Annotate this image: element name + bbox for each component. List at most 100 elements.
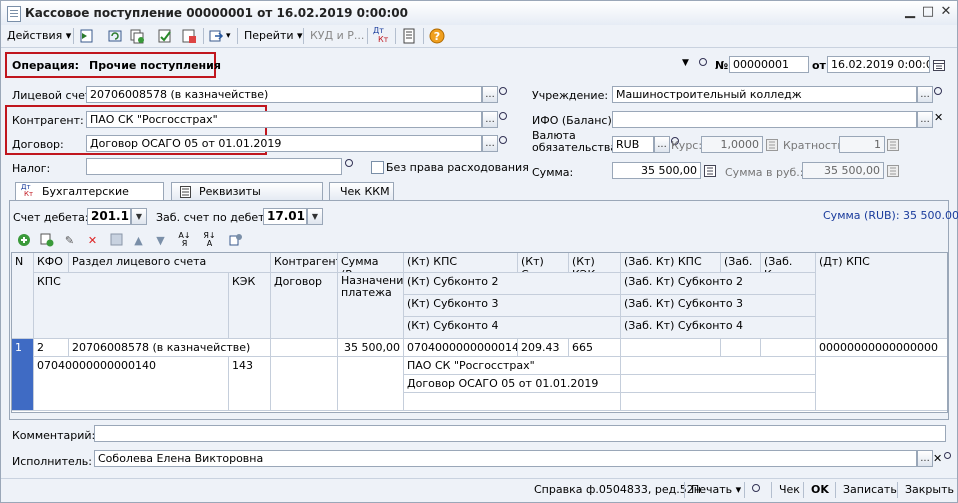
col-header-counterparty[interactable]: Контрагент <box>271 253 338 273</box>
cell-kfo[interactable]: 2 <box>34 339 69 357</box>
cell-section[interactable]: 20706008578 (в казначействе) <box>69 339 271 357</box>
create-based-on-icon[interactable] <box>208 28 224 44</box>
cell-kek[interactable]: 143 <box>229 357 271 411</box>
cell-n[interactable]: 1 <box>12 339 34 411</box>
account-field[interactable]: 20706008578 (в казначействе) <box>86 86 482 103</box>
print-menu[interactable]: Печать ▾ <box>691 483 741 496</box>
col-header-kek[interactable]: КЭК <box>229 273 271 339</box>
col-header-kt-sub2[interactable]: (Кт) Субконто 2 <box>404 273 621 295</box>
cell-offbal-kps[interactable] <box>621 339 721 357</box>
col-header-offbal-2[interactable]: (Заб. К... <box>761 253 816 273</box>
col-header-purpose[interactable]: Назначени... платежа <box>338 273 404 339</box>
cell-kt-sub2[interactable]: ПАО СК "Росгосстрах" <box>404 357 621 375</box>
cell-purpose[interactable] <box>338 357 404 411</box>
counterparty-search-icon[interactable] <box>499 111 507 124</box>
back-icon[interactable] <box>79 28 95 44</box>
ifo-field[interactable] <box>612 111 917 128</box>
account-search-icon[interactable] <box>499 86 507 99</box>
cell-kt-kek[interactable]: 665 <box>569 339 621 357</box>
actions-menu[interactable]: Действия ▾ <box>7 28 71 44</box>
contract-select-button[interactable]: ... <box>482 135 498 152</box>
col-header-kt-kps[interactable]: (Кт) КПС <box>404 253 518 273</box>
cell-dt-empty[interactable] <box>816 357 947 411</box>
cell-offbal-2[interactable] <box>761 339 816 357</box>
executor-select-button[interactable]: ... <box>917 450 933 467</box>
sum-rub-calculator-icon[interactable] <box>887 165 899 177</box>
check-button[interactable]: Чек <box>779 483 800 496</box>
sum-field[interactable]: 35 500,00 <box>612 162 701 179</box>
col-header-kt-sub4[interactable]: (Кт) Субконто 4 <box>404 317 621 339</box>
currency-field[interactable]: RUB <box>612 136 654 153</box>
col-header-kt-kek[interactable]: (Кт) КЭК <box>569 253 621 273</box>
col-header-contract[interactable]: Договор <box>271 273 338 339</box>
tax-field[interactable] <box>86 158 342 175</box>
executor-field[interactable]: Соболева Елена Викторовна <box>94 450 917 467</box>
tax-search-icon[interactable] <box>345 158 353 171</box>
executor-search-icon[interactable] <box>944 450 951 463</box>
sort-descending-icon[interactable]: Я↓ A <box>202 232 217 248</box>
copy-icon[interactable] <box>129 28 145 44</box>
operation-dropdown-icon[interactable]: ▼ <box>682 58 689 68</box>
add-row-icon[interactable] <box>16 233 31 248</box>
cell-offbal-1[interactable] <box>721 339 761 357</box>
delete-row-icon[interactable]: ✕ <box>85 233 100 248</box>
preview-search-icon[interactable] <box>752 483 760 496</box>
rate-calculator-icon[interactable] <box>766 139 778 151</box>
col-header-offbal-1[interactable]: (Заб. ... <box>721 253 761 273</box>
col-header-offbal-sub2[interactable]: (Заб. Кт) Субконто 2 <box>621 273 816 295</box>
unpost-document-icon[interactable] <box>181 28 197 44</box>
ifo-clear-icon[interactable]: ✕ <box>934 111 943 124</box>
institution-search-icon[interactable] <box>934 86 942 99</box>
date-field[interactable]: 16.02.2019 0:00:00 <box>827 56 930 73</box>
operation-search-icon[interactable] <box>699 57 707 70</box>
cell-kps[interactable]: 07040000000000140 <box>34 357 229 411</box>
sort-ascending-icon[interactable]: A↓ Я <box>177 232 192 248</box>
end-edit-icon[interactable] <box>109 233 124 248</box>
multiplicity-field[interactable]: 1 <box>839 136 885 153</box>
cell-kt-sub3[interactable]: Договор ОСАГО 05 от 01.01.2019 <box>404 375 621 393</box>
tab-kkm-check[interactable]: Чек ККМ <box>329 182 394 201</box>
cell-dt-kps[interactable]: 00000000000000000 <box>816 339 947 357</box>
cell-kt-kps[interactable]: 07040000000000140 <box>404 339 518 357</box>
move-up-icon[interactable]: ▲ <box>131 233 146 248</box>
col-header-offbal-kt-kps[interactable]: (Заб. Кт) КПС <box>621 253 721 273</box>
col-header-offbal-sub3[interactable]: (Заб. Кт) Субконто 3 <box>621 295 816 317</box>
move-down-icon[interactable]: ▼ <box>153 233 168 248</box>
cell-counterparty[interactable] <box>271 339 338 357</box>
col-header-n[interactable]: N <box>12 253 34 339</box>
operation-value[interactable]: Прочие поступления <box>89 59 221 72</box>
number-field[interactable]: 00000001 <box>729 56 809 73</box>
settings-icon[interactable] <box>228 233 243 248</box>
dt-kt-icon[interactable]: Дт Кт <box>373 26 391 44</box>
report-icon[interactable] <box>401 28 417 44</box>
counterparty-select-button[interactable]: ... <box>482 111 498 128</box>
post-document-icon[interactable] <box>157 28 173 44</box>
refresh-icon[interactable] <box>107 28 123 44</box>
save-button[interactable]: Записать <box>843 483 897 496</box>
offbal-debit-dropdown[interactable]: ▼ <box>307 208 323 225</box>
cell-sum[interactable]: 35 500,00 <box>338 339 404 357</box>
col-header-dt-kps[interactable]: (Дт) КПС <box>816 253 947 339</box>
maximize-icon[interactable]: □ <box>921 5 935 19</box>
cell-kt-account[interactable]: 209.43 <box>518 339 569 357</box>
currency-select-button[interactable]: ... <box>654 136 670 153</box>
help-icon[interactable]: ? <box>429 28 445 44</box>
contract-search-icon[interactable] <box>499 135 507 148</box>
account-select-button[interactable]: ... <box>482 86 498 103</box>
institution-select-button[interactable]: ... <box>917 86 933 103</box>
tab-accounting-entries[interactable]: ДтКт Бухгалтерские записи <box>15 182 164 216</box>
cell-contract[interactable] <box>271 357 338 411</box>
copy-row-icon[interactable] <box>39 233 54 248</box>
offbal-debit-field[interactable]: 17.01 <box>263 208 307 225</box>
institution-field[interactable]: Машиностроительный колледж <box>612 86 917 103</box>
cell-offbal-sub3[interactable] <box>621 375 816 393</box>
debit-account-dropdown[interactable]: ▼ <box>131 208 147 225</box>
report-button[interactable]: Справка ф.0504833, ред.52н <box>534 483 701 496</box>
col-header-offbal-sub4[interactable]: (Заб. Кт) Субконто 4 <box>621 317 816 339</box>
comment-field[interactable] <box>94 425 946 442</box>
goto-menu[interactable]: Перейти ▾ <box>244 28 303 44</box>
tab-document-details[interactable]: Реквизиты документа <box>171 182 323 216</box>
contract-field[interactable]: Договор ОСАГО 05 от 01.01.2019 <box>86 135 482 152</box>
calendar-icon[interactable] <box>933 59 945 71</box>
sum-rub-field[interactable]: 35 500,00 <box>802 162 884 179</box>
